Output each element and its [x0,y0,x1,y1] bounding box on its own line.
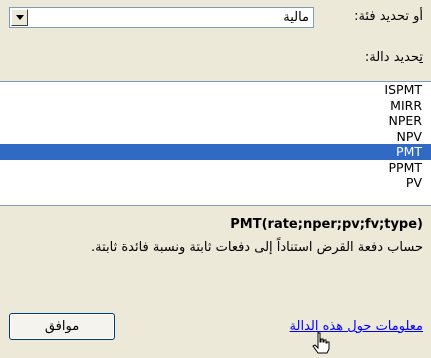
function-select-label: تحديد دالة: [365,50,423,65]
function-list[interactable]: ISPMT MIRR NPER NPV PMT PPMT PV [0,81,431,206]
function-list-item[interactable]: ISPMT [0,82,431,98]
function-description: حساب دفعة القرض استناداً إلى دفعات ثابتة… [90,240,423,255]
category-value: مالية [283,10,309,25]
function-list-item[interactable]: PV [0,175,431,191]
help-link[interactable]: معلومات حول هذه الدالة [290,319,423,334]
help-link-accel: م [416,319,423,334]
category-label: أو تحديد فئة: [354,9,423,24]
function-syntax: PMT(rate;nper;pv;fv;type) [230,217,423,232]
ok-button[interactable]: موافق [9,313,115,340]
chevron-down-icon[interactable] [11,9,28,26]
category-dropdown[interactable]: مالية [9,7,314,28]
function-list-item[interactable]: PPMT [0,160,431,176]
function-select-label-accel: ت [419,50,423,65]
function-list-item[interactable]: NPER [0,113,431,129]
help-link-rest: علومات حول هذه الدالة [289,319,417,334]
function-list-item[interactable]: PMT [0,144,431,160]
function-list-item[interactable]: MIRR [0,98,431,114]
function-select-label-rest: حديد دالة: [364,50,420,65]
hand-cursor-icon [312,332,330,354]
function-list-item[interactable]: NPV [0,129,431,145]
